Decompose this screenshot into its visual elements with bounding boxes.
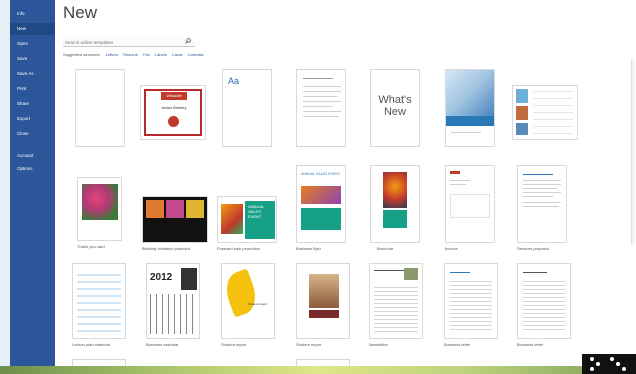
nav-account[interactable]: Account	[10, 150, 55, 162]
template-services-proposal[interactable]	[517, 165, 567, 243]
flyer-heading: ANNUAL SALES EVENT	[245, 201, 275, 239]
suggested-letters[interactable]: Letters	[106, 52, 118, 57]
suggested-labels[interactable]: Labels	[155, 52, 167, 57]
template-thank-you-card[interactable]	[77, 177, 122, 241]
nav-edge-strip	[0, 0, 10, 374]
whats-new-label: What's New	[378, 94, 412, 118]
search-input[interactable]	[65, 37, 175, 47]
template-cover-photo[interactable]	[445, 69, 495, 147]
template-certificate[interactable]: Valuable Adam Berkley	[140, 85, 206, 140]
template-lesson-plan[interactable]	[72, 263, 126, 339]
template-birthday-invitation[interactable]	[142, 196, 208, 243]
label-newsletter: Newsletter	[369, 342, 388, 347]
template-business-flyer[interactable]: ANNUAL SALES EVENT	[296, 165, 346, 243]
nav-export[interactable]: Export	[10, 113, 55, 125]
template-newsletter[interactable]	[369, 263, 423, 339]
nav-info[interactable]: Info	[10, 8, 55, 20]
label-birthday-invitation: Birthday invitation postcard	[142, 246, 191, 251]
aa-label: Aa	[228, 76, 240, 86]
template-business-letter-1[interactable]	[444, 263, 498, 339]
word-new-backstage: { "nav": { "items": ["Info", "New", "Ope…	[0, 0, 636, 374]
label-business-letter-2: Business letter	[517, 342, 544, 347]
logo-mark	[582, 354, 636, 374]
label-thank-you-card: Thank you card	[77, 244, 105, 249]
nav-save[interactable]: Save	[10, 53, 55, 65]
desktop-taskbar	[0, 366, 636, 374]
nav-save-as[interactable]: Save As	[10, 68, 55, 80]
label-business-flyer: Business flyer	[296, 246, 321, 251]
nav-new[interactable]: New	[10, 23, 55, 35]
certificate-name: Adam Berkley	[161, 105, 187, 110]
label-business-calendar: Business calendar	[146, 342, 179, 347]
label-student-report: Student report	[296, 342, 322, 347]
nav-share[interactable]: Share	[10, 98, 55, 110]
suggested-resume[interactable]: Resume	[123, 52, 138, 57]
template-student-report[interactable]	[296, 263, 350, 339]
label-postcard-sale: Postcard sale promotion	[217, 246, 261, 251]
label-student-report-yellow: Student report	[221, 342, 247, 347]
suggested-cards[interactable]: Cards	[172, 52, 183, 57]
search-icon[interactable]	[185, 38, 191, 44]
backstage-nav: Info New Open Save Save As Print Share E…	[0, 0, 55, 374]
report-title: Student report	[248, 302, 268, 306]
label-invoice: Invoice	[445, 246, 458, 251]
vertical-scrollbar[interactable]	[631, 60, 635, 245]
suggested-calendar[interactable]: Calendar	[188, 52, 204, 57]
template-business-calendar[interactable]: 2012	[146, 263, 200, 339]
suggested-fax[interactable]: Fax	[143, 52, 150, 57]
template-postcard-sale[interactable]: ANNUAL SALES EVENT	[217, 196, 277, 243]
nav-open[interactable]: Open	[10, 38, 55, 50]
nav-print[interactable]: Print	[10, 83, 55, 95]
template-business-letter-2[interactable]	[517, 263, 571, 339]
business-flyer-heading: ANNUAL SALES EVENT	[301, 172, 340, 176]
label-lesson-plan: Lesson plan calendar	[72, 342, 111, 347]
calendar-year: 2012	[150, 272, 173, 283]
template-student-report-yellow[interactable]: Student report	[221, 263, 275, 339]
template-photo-calendar[interactable]	[512, 85, 578, 140]
template-blank-document[interactable]	[75, 69, 125, 147]
template-brochure[interactable]	[370, 165, 420, 243]
template-single-spaced[interactable]	[296, 69, 346, 147]
template-aa-theme[interactable]: Aa	[222, 69, 272, 147]
certificate-badge: Valuable	[161, 92, 187, 100]
suggested-searches: Suggested searches: Letters Resume Fax L…	[63, 52, 208, 57]
label-services-proposal: Services proposal	[517, 246, 549, 251]
page-title: New	[63, 3, 98, 22]
nav-options[interactable]: Options	[10, 163, 55, 175]
label-brochure: Brochure	[377, 246, 394, 251]
template-whats-new[interactable]: What's New	[370, 69, 420, 147]
template-invoice[interactable]	[445, 165, 495, 243]
label-business-letter-1: Business letter	[444, 342, 471, 347]
nav-close[interactable]: Close	[10, 128, 55, 140]
suggested-label: Suggested searches:	[63, 52, 101, 57]
template-search[interactable]	[63, 37, 195, 47]
